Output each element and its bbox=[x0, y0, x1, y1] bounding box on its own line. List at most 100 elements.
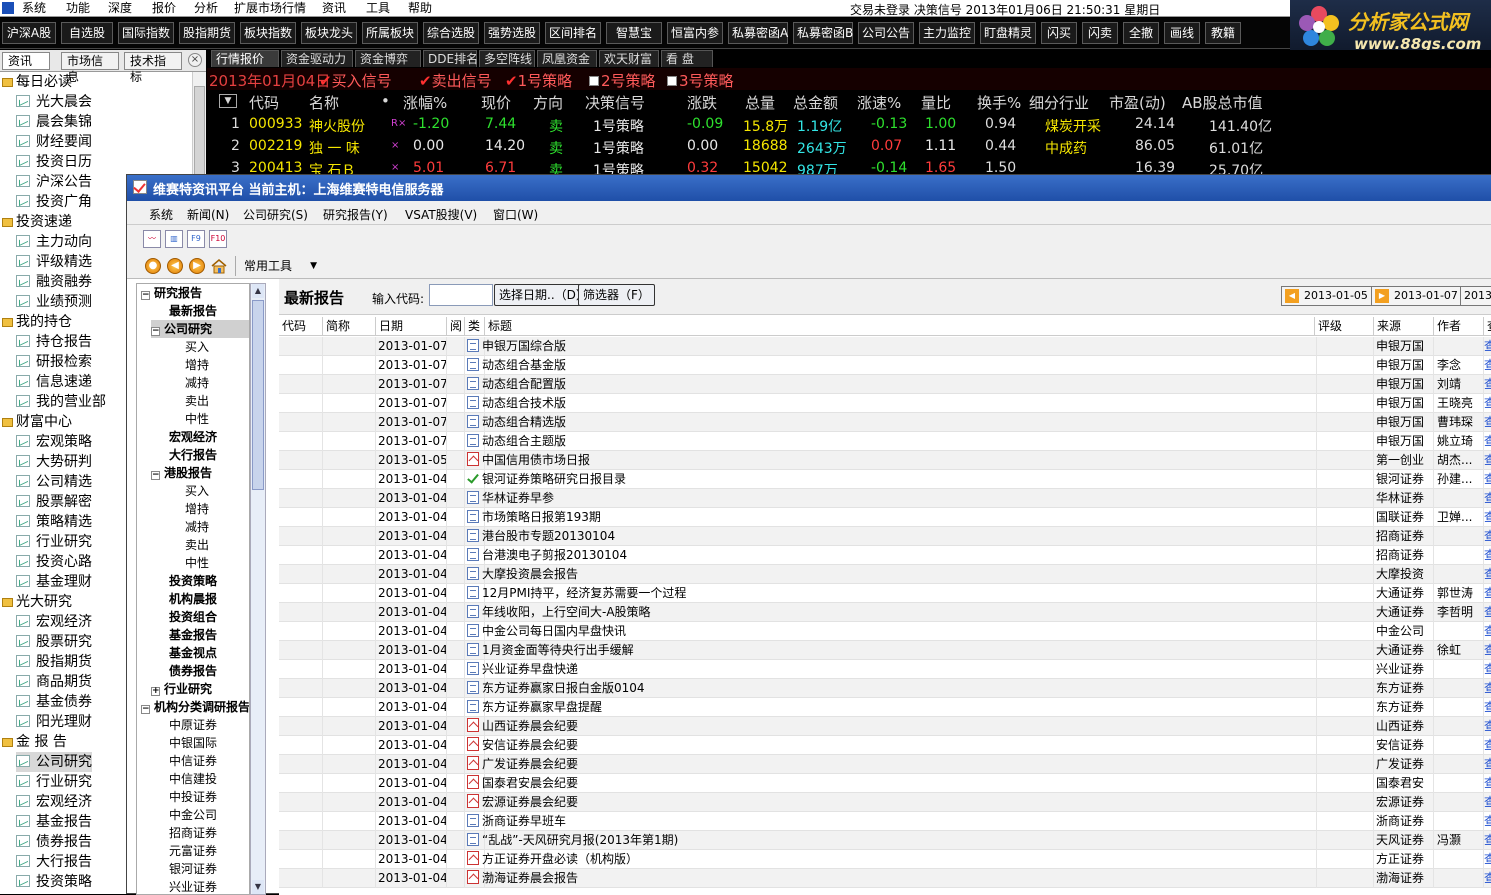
tree-item[interactable]: 光大晨会 bbox=[16, 92, 92, 112]
category-node[interactable]: 机构晨报 bbox=[169, 590, 217, 608]
menu-item[interactable]: 资讯 bbox=[322, 1, 346, 15]
stock-tab[interactable]: 资金驱动力 bbox=[281, 50, 353, 67]
menu-item[interactable]: 功能 bbox=[66, 1, 90, 15]
report-title-cell[interactable]: 大摩投资晨会报告 bbox=[467, 565, 1317, 584]
report-title[interactable]: 国泰君安晨会纪要 bbox=[482, 776, 578, 790]
view-link[interactable]: 查 bbox=[1484, 679, 1491, 698]
signal-toggle[interactable]: 2号策略 bbox=[589, 70, 656, 91]
tree-item[interactable]: 信息速递 bbox=[16, 372, 92, 392]
f10-icon[interactable]: F10 bbox=[209, 230, 227, 248]
tree-item[interactable]: 公司研究 bbox=[16, 752, 92, 772]
toolbar-button[interactable]: 主力监控 bbox=[919, 22, 975, 44]
report-title[interactable]: 市场策略日报第193期 bbox=[482, 510, 601, 524]
collapse-icon[interactable]: − bbox=[141, 291, 150, 300]
report-title-cell[interactable]: 安信证券晨会纪要 bbox=[467, 736, 1317, 755]
toolbar-button[interactable]: 画线 bbox=[1164, 22, 1200, 44]
toolbar-button[interactable]: 全撤 bbox=[1123, 22, 1159, 44]
report-title[interactable]: 台港澳电子剪报20130104 bbox=[482, 548, 627, 562]
tree-item[interactable]: 公司精选 bbox=[16, 472, 92, 492]
category-node[interactable]: 增持 bbox=[185, 356, 209, 374]
view-link[interactable]: 查 bbox=[1484, 565, 1491, 584]
column-header[interactable]: 涨幅% bbox=[403, 92, 447, 113]
menu-item[interactable]: 分析 bbox=[194, 1, 218, 15]
toolbar-button[interactable]: 强势选股 bbox=[484, 22, 540, 44]
report-row[interactable]: 2013-01-07 动态组合配置版 申银万国刘靖查 bbox=[279, 375, 1491, 394]
report-row[interactable]: 2013-01-04 中金公司每日国内早盘快讯 中金公司 查 bbox=[279, 622, 1491, 641]
category-node[interactable]: 大行报告 bbox=[169, 446, 217, 464]
toolbar-button[interactable]: 盯盘精灵 bbox=[980, 22, 1036, 44]
toolbar-button[interactable]: 公司公告 bbox=[858, 22, 914, 44]
f9-icon[interactable]: F9 bbox=[187, 230, 205, 248]
tree-item[interactable]: 宏观策略 bbox=[16, 432, 92, 452]
view-link[interactable]: 查 bbox=[1484, 774, 1491, 793]
report-row[interactable]: 2013-01-04 12月PMI持平，经济复苏需要一个过程 大通证券郭世涛查 bbox=[279, 584, 1491, 603]
research-menu-item[interactable]: VSAT股搜(V) bbox=[405, 206, 477, 223]
tree-item[interactable]: 债券报告 bbox=[16, 832, 92, 852]
view-link[interactable]: 查 bbox=[1484, 489, 1491, 508]
report-title-cell[interactable]: 广发证券晨会纪要 bbox=[467, 755, 1317, 774]
tree-item[interactable]: 宏观经济 bbox=[16, 612, 92, 632]
category-node[interactable]: − 机构分类调研报告 bbox=[141, 698, 249, 716]
stock-tab[interactable]: 行情报价 bbox=[211, 50, 279, 67]
report-title[interactable]: 广发证券晨会纪要 bbox=[482, 757, 578, 771]
category-node[interactable]: 中金公司 bbox=[169, 806, 217, 824]
report-row[interactable]: 2013-01-04 广发证券晨会纪要 广发证券 查 bbox=[279, 755, 1491, 774]
tree-item[interactable]: 主力动向 bbox=[16, 232, 92, 252]
report-row[interactable]: 2013-01-04 港台股市专题20130104 招商证券 查 bbox=[279, 527, 1491, 546]
tree-group[interactable]: 投资速递 bbox=[2, 212, 72, 232]
report-title[interactable]: 动态组合配置版 bbox=[482, 377, 566, 391]
report-title[interactable]: 山西证券晨会纪要 bbox=[482, 719, 578, 733]
report-row[interactable]: 2013-01-04 浙商证券早班车 浙商证券 查 bbox=[279, 812, 1491, 831]
research-menu-item[interactable]: 系统 bbox=[149, 206, 173, 223]
tree-item[interactable]: 投资广角 bbox=[16, 192, 92, 212]
tree-item[interactable]: 我的营业部 bbox=[16, 392, 106, 412]
category-node[interactable]: 最新报告 bbox=[169, 302, 217, 320]
report-row[interactable]: 2013-01-04 银河证券策略研究日报目录 银河证券孙建...查 bbox=[279, 470, 1491, 489]
toolbar-button[interactable]: 板块指数 bbox=[240, 22, 296, 44]
tree-item[interactable]: 投资日历 bbox=[16, 152, 92, 172]
report-title-cell[interactable]: 动态组合精选版 bbox=[467, 413, 1317, 432]
tree-item[interactable]: 商品期货 bbox=[16, 672, 92, 692]
report-column-header[interactable]: 查 bbox=[1484, 317, 1491, 336]
report-title[interactable]: 动态组合基金版 bbox=[482, 358, 566, 372]
report-title[interactable]: 中金公司每日国内早盘快讯 bbox=[482, 624, 626, 638]
tree-item[interactable]: 融资融券 bbox=[16, 272, 92, 292]
category-node[interactable]: 中信证券 bbox=[169, 752, 217, 770]
column-header[interactable]: 名称 bbox=[309, 92, 339, 113]
menu-item[interactable]: 帮助 bbox=[408, 1, 432, 15]
toolbar-button[interactable]: 沪深A股 bbox=[2, 22, 56, 44]
column-header[interactable]: 量比 bbox=[921, 92, 951, 113]
toolbar-button[interactable]: 板块龙头 bbox=[301, 22, 357, 44]
report-title-cell[interactable]: 12月PMI持平，经济复苏需要一个过程 bbox=[467, 584, 1317, 603]
stock-tab[interactable]: 欢天财富 bbox=[599, 50, 659, 67]
stock-tab[interactable]: DDE排名 bbox=[423, 50, 478, 67]
report-title[interactable]: 兴业证券早盘快递 bbox=[482, 662, 578, 676]
category-node[interactable]: 招商证券 bbox=[169, 824, 217, 842]
view-link[interactable]: 查 bbox=[1484, 584, 1491, 603]
menu-item[interactable]: 工具 bbox=[366, 1, 390, 15]
report-title-cell[interactable]: 国泰君安晨会纪要 bbox=[467, 774, 1317, 793]
tree-item[interactable]: 大行报告 bbox=[16, 852, 92, 872]
tree-group[interactable]: 我的持仓 bbox=[2, 312, 72, 332]
report-row[interactable]: 2013-01-05 中国信用债市场日报 第一创业胡杰...查 bbox=[279, 451, 1491, 470]
view-link[interactable]: 查 bbox=[1484, 641, 1491, 660]
sort-toggle-icon[interactable]: ▼ bbox=[219, 94, 237, 108]
collapse-icon[interactable]: − bbox=[151, 327, 160, 336]
home-icon[interactable] bbox=[211, 258, 227, 274]
category-node[interactable]: − 研究报告 bbox=[141, 284, 202, 302]
report-title[interactable]: 东方证券赢家早盘提醒 bbox=[482, 700, 602, 714]
report-row[interactable]: 2013-01-07 动态组合精选版 申银万国曹玮琛查 bbox=[279, 413, 1491, 432]
category-node[interactable]: 减持 bbox=[185, 374, 209, 392]
category-node[interactable]: 中投证券 bbox=[169, 788, 217, 806]
report-title-cell[interactable]: 兴业证券早盘快递 bbox=[467, 660, 1317, 679]
category-node[interactable]: 买入 bbox=[185, 338, 209, 356]
tree-item[interactable]: 基金理财 bbox=[16, 572, 92, 592]
report-row[interactable]: 2013-01-04 方正证券开盘必读（机构版） 方正证券 查 bbox=[279, 850, 1491, 869]
tab-info[interactable]: 资讯 bbox=[2, 52, 50, 70]
report-row[interactable]: 2013-01-04 东方证券赢家日报白金版0104 东方证券 查 bbox=[279, 679, 1491, 698]
report-title-cell[interactable]: “乱战”-天风研究月报(2013年第1期) bbox=[467, 831, 1317, 850]
signal-toggle[interactable]: ✔1号策略 bbox=[505, 70, 572, 91]
stock-tab[interactable]: 看 盘 bbox=[661, 50, 713, 67]
report-title[interactable]: 12月PMI持平，经济复苏需要一个过程 bbox=[482, 586, 686, 600]
report-title-cell[interactable]: 东方证券赢家日报白金版0104 bbox=[467, 679, 1317, 698]
